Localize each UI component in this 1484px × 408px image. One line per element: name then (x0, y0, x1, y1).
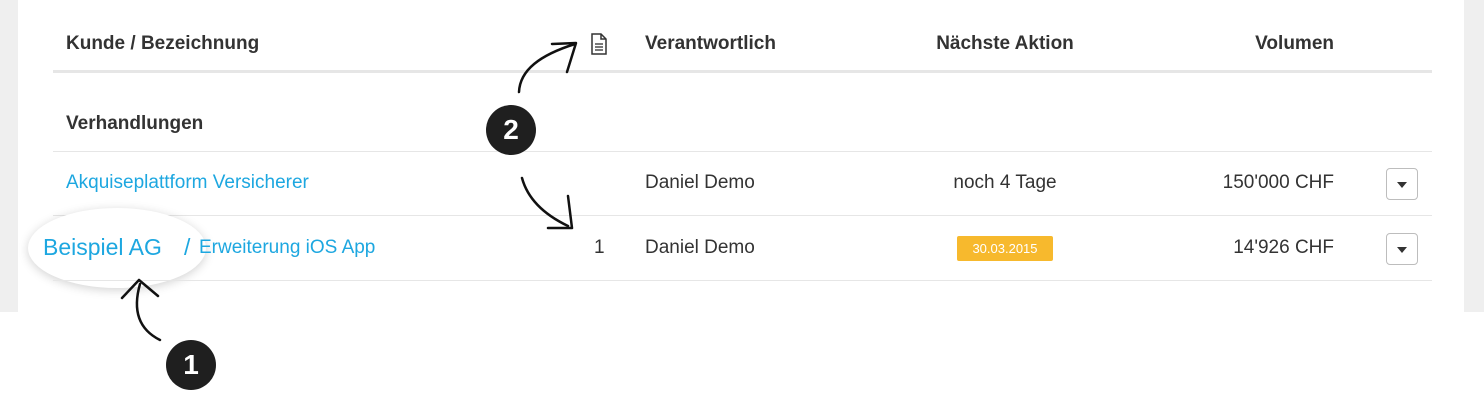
annotation-marker-1: 1 (166, 340, 216, 390)
arrow-to-document-icon (517, 42, 577, 94)
annotation-arrows (120, 41, 578, 342)
annotation-marker-2: 2 (486, 105, 536, 155)
arrow-to-document-count (520, 176, 570, 228)
arrowhead-up-small (120, 278, 160, 300)
arrow-to-customer (135, 282, 162, 342)
